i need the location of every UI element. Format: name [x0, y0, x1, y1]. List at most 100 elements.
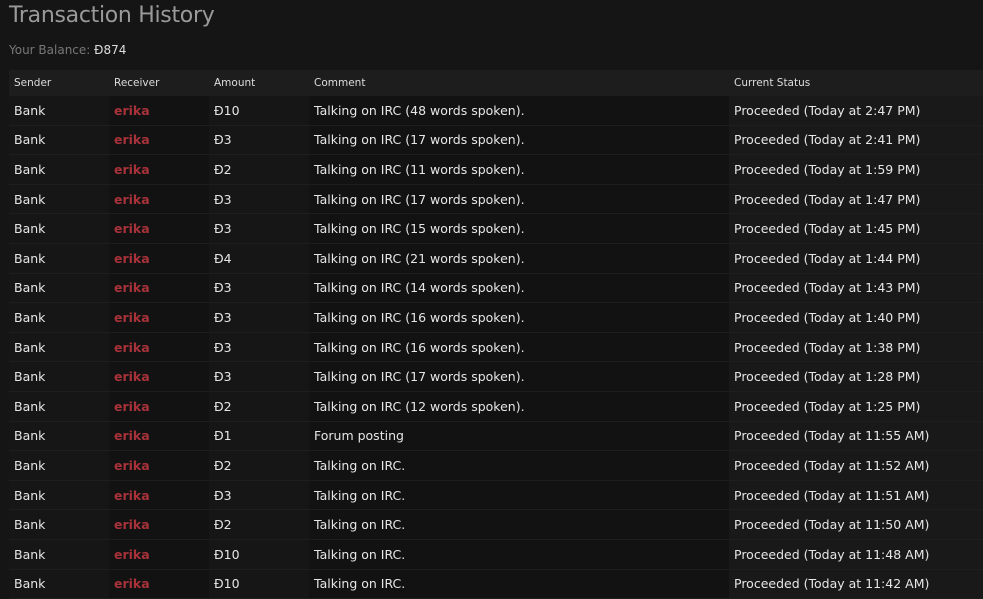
cell-sender: Bank — [9, 96, 109, 126]
table-row: Bank erika Đ3 Talking on IRC (17 words spok… — [9, 361, 983, 392]
cell-sender: Bank — [9, 569, 109, 599]
cell-amount: Đ3 — [209, 213, 309, 244]
cell-comment: Talking on IRC (11 words spoken). — [309, 154, 729, 185]
cell-comment: Talking on IRC (12 words spoken). — [309, 391, 729, 422]
cell-status: Proceeded (Today at 11:48 AM) — [729, 539, 983, 570]
cell-sender: Bank — [9, 480, 109, 511]
cell-status: Proceeded (Today at 1:47 PM) — [729, 184, 983, 215]
page-title: Transaction History — [9, 3, 215, 28]
cell-amount: Đ10 — [209, 569, 309, 599]
table-row: Bank erika Đ2 Talking on IRC. Proceeded (Tod… — [9, 450, 983, 481]
cell-sender: Bank — [9, 509, 109, 540]
cell-status: Proceeded (Today at 1:28 PM) — [729, 361, 983, 392]
cell-receiver[interactable]: erika — [109, 184, 209, 215]
cell-amount: Đ10 — [209, 539, 309, 570]
cell-status: Proceeded (Today at 1:59 PM) — [729, 154, 983, 185]
cell-amount: Đ2 — [209, 509, 309, 540]
table-row: Bank erika Đ3 Talking on IRC (16 words spok… — [9, 302, 983, 333]
transaction-table: Sender Receiver Amount Comment Current S… — [9, 70, 983, 599]
cell-receiver[interactable]: erika — [109, 125, 209, 156]
cell-amount: Đ1 — [209, 421, 309, 452]
cell-status: Proceeded (Today at 1:25 PM) — [729, 391, 983, 422]
cell-amount: Đ3 — [209, 480, 309, 511]
cell-sender: Bank — [9, 154, 109, 185]
cell-status: Proceeded (Today at 11:55 AM) — [729, 421, 983, 452]
table-row: Bank erika Đ2 Talking on IRC. Proceeded (Tod… — [9, 509, 983, 540]
cell-sender: Bank — [9, 450, 109, 481]
cell-sender: Bank — [9, 361, 109, 392]
cell-comment: Talking on IRC (14 words spoken). — [309, 273, 729, 304]
cell-status: Proceeded (Today at 1:43 PM) — [729, 273, 983, 304]
cell-receiver[interactable]: erika — [109, 243, 209, 274]
cell-receiver[interactable]: erika — [109, 361, 209, 392]
table-row: Bank erika Đ3 Talking on IRC (15 words spok… — [9, 213, 983, 244]
cell-amount: Đ3 — [209, 332, 309, 363]
cell-receiver[interactable]: erika — [109, 480, 209, 511]
cell-sender: Bank — [9, 539, 109, 570]
cell-receiver[interactable]: erika — [109, 391, 209, 422]
cell-receiver[interactable]: erika — [109, 569, 209, 599]
header-amount: Amount — [209, 70, 309, 96]
cell-amount: Đ3 — [209, 184, 309, 215]
cell-comment: Talking on IRC. — [309, 539, 729, 570]
cell-status: Proceeded (Today at 11:42 AM) — [729, 569, 983, 599]
cell-comment: Forum posting — [309, 421, 729, 452]
cell-receiver[interactable]: erika — [109, 509, 209, 540]
cell-status: Proceeded (Today at 1:44 PM) — [729, 243, 983, 274]
table-row: Bank erika Đ10 Talking on IRC. Proceeded (To… — [9, 539, 983, 570]
cell-comment: Talking on IRC (17 words spoken). — [309, 361, 729, 392]
table-row: Bank erika Đ10 Talking on IRC (48 words spo… — [9, 96, 983, 126]
header-receiver: Receiver — [109, 70, 209, 96]
cell-sender: Bank — [9, 273, 109, 304]
cell-sender: Bank — [9, 391, 109, 422]
cell-comment: Talking on IRC (16 words spoken). — [309, 332, 729, 363]
cell-receiver[interactable]: erika — [109, 332, 209, 363]
cell-receiver[interactable]: erika — [109, 213, 209, 244]
cell-amount: Đ2 — [209, 391, 309, 422]
cell-receiver[interactable]: erika — [109, 421, 209, 452]
table-row: Bank erika Đ2 Talking on IRC (11 words spok… — [9, 154, 983, 185]
cell-comment: Talking on IRC (15 words spoken). — [309, 213, 729, 244]
cell-sender: Bank — [9, 421, 109, 452]
cell-comment: Talking on IRC (16 words spoken). — [309, 302, 729, 333]
cell-amount: Đ2 — [209, 450, 309, 481]
cell-amount: Đ3 — [209, 361, 309, 392]
cell-comment: Talking on IRC. — [309, 569, 729, 599]
cell-receiver[interactable]: erika — [109, 96, 209, 126]
cell-comment: Talking on IRC (17 words spoken). — [309, 184, 729, 215]
cell-receiver[interactable]: erika — [109, 539, 209, 570]
cell-receiver[interactable]: erika — [109, 154, 209, 185]
balance: Your Balance: Đ874 — [9, 43, 126, 57]
header-status: Current Status — [729, 70, 983, 96]
table-row: Bank erika Đ3 Talking on IRC (17 words spok… — [9, 184, 983, 215]
cell-receiver[interactable]: erika — [109, 273, 209, 304]
table-row: Bank erika Đ4 Talking on IRC (21 words spok… — [9, 243, 983, 274]
cell-comment: Talking on IRC (48 words spoken). — [309, 96, 729, 126]
cell-status: Proceeded (Today at 11:52 AM) — [729, 450, 983, 481]
cell-status: Proceeded (Today at 1:38 PM) — [729, 332, 983, 363]
table-row: Bank erika Đ3 Talking on IRC. Proceeded (Tod… — [9, 480, 983, 511]
cell-comment: Talking on IRC (17 words spoken). — [309, 125, 729, 156]
cell-comment: Talking on IRC. — [309, 480, 729, 511]
table-row: Bank erika Đ10 Talking on IRC. Proceeded (To… — [9, 569, 983, 599]
header-sender: Sender — [9, 70, 109, 96]
cell-comment: Talking on IRC. — [309, 509, 729, 540]
table-row: Bank erika Đ3 Talking on IRC (14 words spok… — [9, 273, 983, 304]
cell-status: Proceeded (Today at 1:45 PM) — [729, 213, 983, 244]
cell-status: Proceeded (Today at 2:47 PM) — [729, 96, 983, 126]
cell-amount: Đ4 — [209, 243, 309, 274]
cell-sender: Bank — [9, 184, 109, 215]
balance-value: Đ874 — [94, 43, 127, 57]
cell-amount: Đ3 — [209, 302, 309, 333]
cell-receiver[interactable]: erika — [109, 450, 209, 481]
cell-amount: Đ3 — [209, 273, 309, 304]
cell-sender: Bank — [9, 125, 109, 156]
cell-comment: Talking on IRC. — [309, 450, 729, 481]
header-comment: Comment — [309, 70, 729, 96]
cell-amount: Đ10 — [209, 96, 309, 126]
header-row: Sender Receiver Amount Comment Current S… — [9, 70, 983, 96]
cell-receiver[interactable]: erika — [109, 302, 209, 333]
cell-sender: Bank — [9, 332, 109, 363]
table-row: Bank erika Đ3 Talking on IRC (16 words spok… — [9, 332, 983, 363]
cell-status: Proceeded (Today at 11:50 AM) — [729, 509, 983, 540]
